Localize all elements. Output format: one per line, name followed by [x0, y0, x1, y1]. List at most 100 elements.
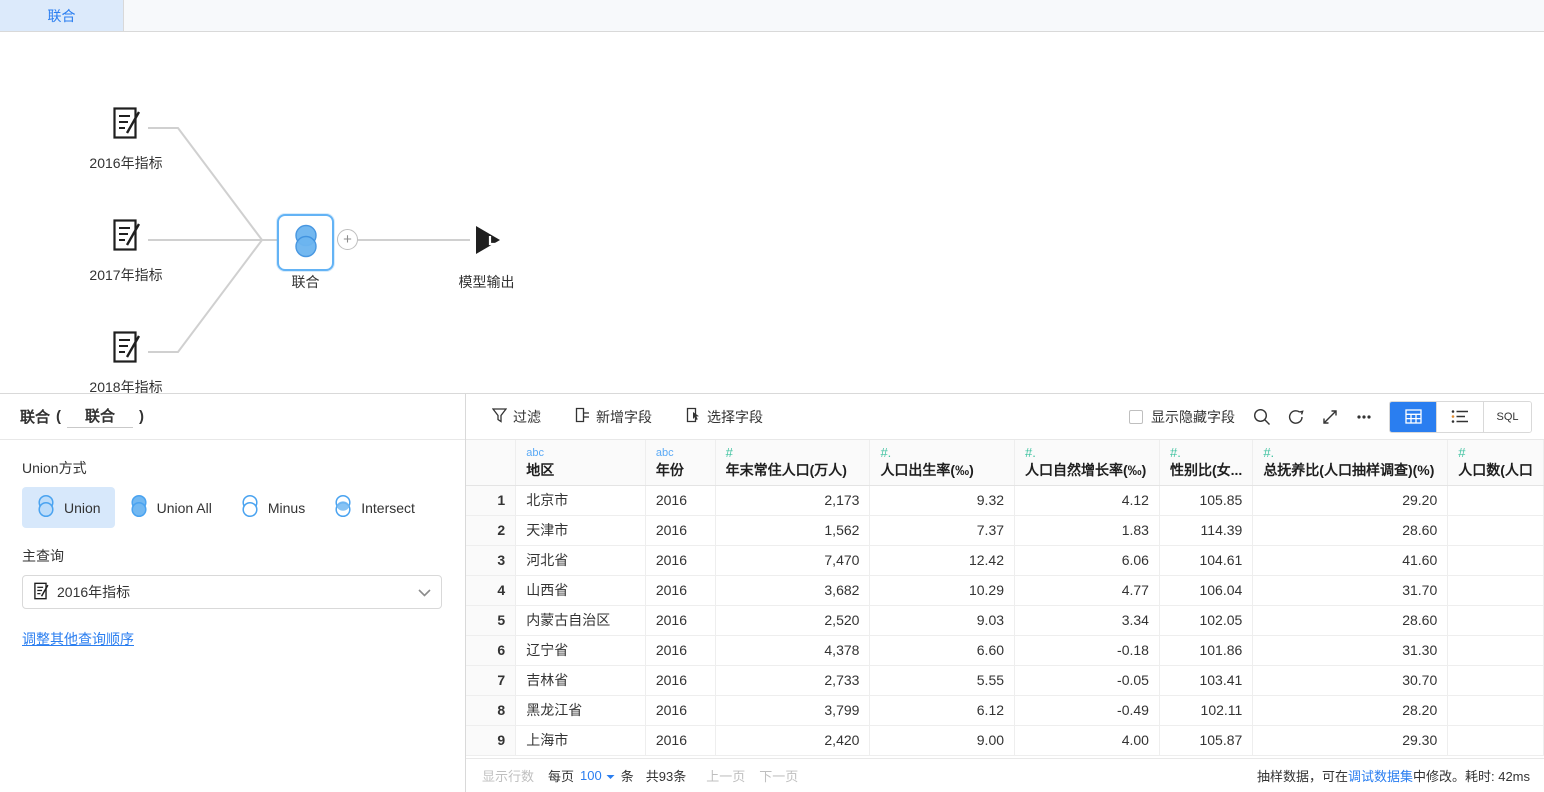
table-cell[interactable]: 2016 — [645, 575, 715, 605]
table-cell[interactable]: 4,378 — [715, 635, 870, 665]
show-hidden-fields-checkbox[interactable]: 显示隐藏字段 — [1129, 407, 1235, 427]
table-cell[interactable]: 3,799 — [715, 695, 870, 725]
table-cell[interactable]: 102.11 — [1159, 695, 1252, 725]
table-cell[interactable]: 2,520 — [715, 605, 870, 635]
table-cell[interactable] — [1448, 515, 1544, 545]
table-cell[interactable]: 29.30 — [1253, 725, 1448, 755]
union-name-input[interactable] — [67, 405, 133, 428]
filter-button[interactable]: 过滤 — [482, 403, 551, 431]
table-cell[interactable]: 山西省 — [516, 575, 646, 605]
table-cell[interactable]: 2016 — [645, 485, 715, 515]
table-row[interactable]: 8黑龙江省20163,7996.12-0.49102.1128.20 — [466, 695, 1544, 725]
flow-node-dataset-2018[interactable]: 2018年指标 — [66, 330, 186, 393]
sql-view-icon[interactable]: SQL — [1484, 402, 1531, 432]
table-cell[interactable]: 2,420 — [715, 725, 870, 755]
prev-page-button[interactable]: 上一页 — [706, 766, 745, 785]
table-cell[interactable] — [1448, 575, 1544, 605]
table-row[interactable]: 4山西省20163,68210.294.77106.0431.70 — [466, 575, 1544, 605]
union-mode-union[interactable]: Union — [22, 487, 115, 528]
table-cell[interactable]: 12.42 — [870, 545, 1015, 575]
table-cell[interactable]: 6.06 — [1015, 545, 1160, 575]
table-header-cell[interactable]: #. 总抚养比(人口抽样调查)(%) — [1253, 440, 1448, 485]
flow-node-output[interactable] — [470, 223, 504, 260]
search-icon[interactable] — [1245, 400, 1279, 434]
table-cell[interactable]: -0.05 — [1015, 665, 1160, 695]
table-cell[interactable]: 4.77 — [1015, 575, 1160, 605]
table-header-cell[interactable]: #. 人口出生率(‰) — [870, 440, 1015, 485]
table-cell[interactable]: 1.83 — [1015, 515, 1160, 545]
table-cell[interactable]: 106.04 — [1159, 575, 1252, 605]
table-cell[interactable]: 3.34 — [1015, 605, 1160, 635]
table-cell[interactable]: 41.60 — [1253, 545, 1448, 575]
table-cell[interactable]: 104.61 — [1159, 545, 1252, 575]
table-cell[interactable]: 2016 — [645, 605, 715, 635]
table-cell[interactable]: 103.41 — [1159, 665, 1252, 695]
table-cell[interactable]: 黑龙江省 — [516, 695, 646, 725]
table-cell[interactable]: 河北省 — [516, 545, 646, 575]
table-cell[interactable]: 9.32 — [870, 485, 1015, 515]
table-cell[interactable]: 9.00 — [870, 725, 1015, 755]
flow-canvas[interactable]: 2016年指标 2017年指标 2018年指标 — [0, 32, 1544, 393]
grid-view-icon[interactable] — [1390, 402, 1437, 432]
union-mode-union-all[interactable]: Union All — [115, 487, 226, 528]
table-cell[interactable]: 2016 — [645, 635, 715, 665]
main-query-select[interactable]: 2016年指标 — [22, 575, 442, 609]
table-cell[interactable]: 5.55 — [870, 665, 1015, 695]
table-row[interactable]: 1北京市20162,1739.324.12105.8529.20 — [466, 485, 1544, 515]
table-cell[interactable]: 上海市 — [516, 725, 646, 755]
table-cell[interactable] — [1448, 665, 1544, 695]
table-cell[interactable]: 31.30 — [1253, 635, 1448, 665]
table-cell[interactable]: 吉林省 — [516, 665, 646, 695]
table-cell[interactable] — [1448, 695, 1544, 725]
table-cell[interactable]: 7,470 — [715, 545, 870, 575]
table-header-cell[interactable]: abc 地区 — [516, 440, 646, 485]
table-cell[interactable]: 北京市 — [516, 485, 646, 515]
table-cell[interactable]: 2,173 — [715, 485, 870, 515]
table-cell[interactable]: 114.39 — [1159, 515, 1252, 545]
more-icon[interactable] — [1347, 400, 1381, 434]
table-cell[interactable]: -0.18 — [1015, 635, 1160, 665]
table-cell[interactable]: 2016 — [645, 725, 715, 755]
next-page-button[interactable]: 下一页 — [759, 766, 798, 785]
table-cell[interactable]: 辽宁省 — [516, 635, 646, 665]
show-rows-button[interactable]: 显示行数 — [482, 766, 534, 785]
table-cell[interactable]: 28.20 — [1253, 695, 1448, 725]
select-field-button[interactable]: 选择字段 — [676, 403, 773, 431]
tab-union[interactable]: 联合 — [0, 0, 124, 31]
table-header-cell[interactable]: #. 性别比(女... — [1159, 440, 1252, 485]
table-row[interactable]: 2天津市20161,5627.371.83114.3928.60 — [466, 515, 1544, 545]
per-page-value[interactable]: 100 — [580, 768, 602, 783]
table-cell[interactable]: 28.60 — [1253, 515, 1448, 545]
table-cell[interactable]: 31.70 — [1253, 575, 1448, 605]
table-cell[interactable]: 9.03 — [870, 605, 1015, 635]
table-header-cell[interactable]: # 年末常住人口(万人) — [715, 440, 870, 485]
table-header-cell[interactable]: abc 年份 — [645, 440, 715, 485]
table-cell[interactable]: 2016 — [645, 545, 715, 575]
table-row[interactable]: 6辽宁省20164,3786.60-0.18101.8631.30 — [466, 635, 1544, 665]
table-header-cell[interactable]: #. 人口自然增长率(‰) — [1015, 440, 1160, 485]
table-cell[interactable]: 101.86 — [1159, 635, 1252, 665]
table-cell[interactable]: 2016 — [645, 515, 715, 545]
table-cell[interactable]: 105.87 — [1159, 725, 1252, 755]
add-field-button[interactable]: 新增字段 — [565, 403, 662, 431]
table-cell[interactable]: 105.85 — [1159, 485, 1252, 515]
table-cell[interactable]: 6.12 — [870, 695, 1015, 725]
reorder-queries-link[interactable]: 调整其他查询顺序 — [22, 629, 134, 649]
table-cell[interactable] — [1448, 545, 1544, 575]
table-cell[interactable]: 102.05 — [1159, 605, 1252, 635]
refresh-icon[interactable] — [1279, 400, 1313, 434]
plus-icon[interactable]: + — [337, 229, 358, 250]
table-cell[interactable] — [1448, 725, 1544, 755]
table-cell[interactable]: 2016 — [645, 665, 715, 695]
flow-node-dataset-2017[interactable]: 2017年指标 — [66, 218, 186, 285]
table-cell[interactable]: 6.60 — [870, 635, 1015, 665]
table-cell[interactable]: 7.37 — [870, 515, 1015, 545]
table-row[interactable]: 5内蒙古自治区20162,5209.033.34102.0528.60 — [466, 605, 1544, 635]
table-cell[interactable]: 4.12 — [1015, 485, 1160, 515]
table-row[interactable]: 7吉林省20162,7335.55-0.05103.4130.70 — [466, 665, 1544, 695]
table-header-cell[interactable]: # 人口数(人口 — [1448, 440, 1544, 485]
table-cell[interactable]: 2,733 — [715, 665, 870, 695]
table-cell[interactable]: 28.60 — [1253, 605, 1448, 635]
table-row[interactable]: 3河北省20167,47012.426.06104.6141.60 — [466, 545, 1544, 575]
union-mode-intersect[interactable]: Intersect — [319, 487, 429, 528]
